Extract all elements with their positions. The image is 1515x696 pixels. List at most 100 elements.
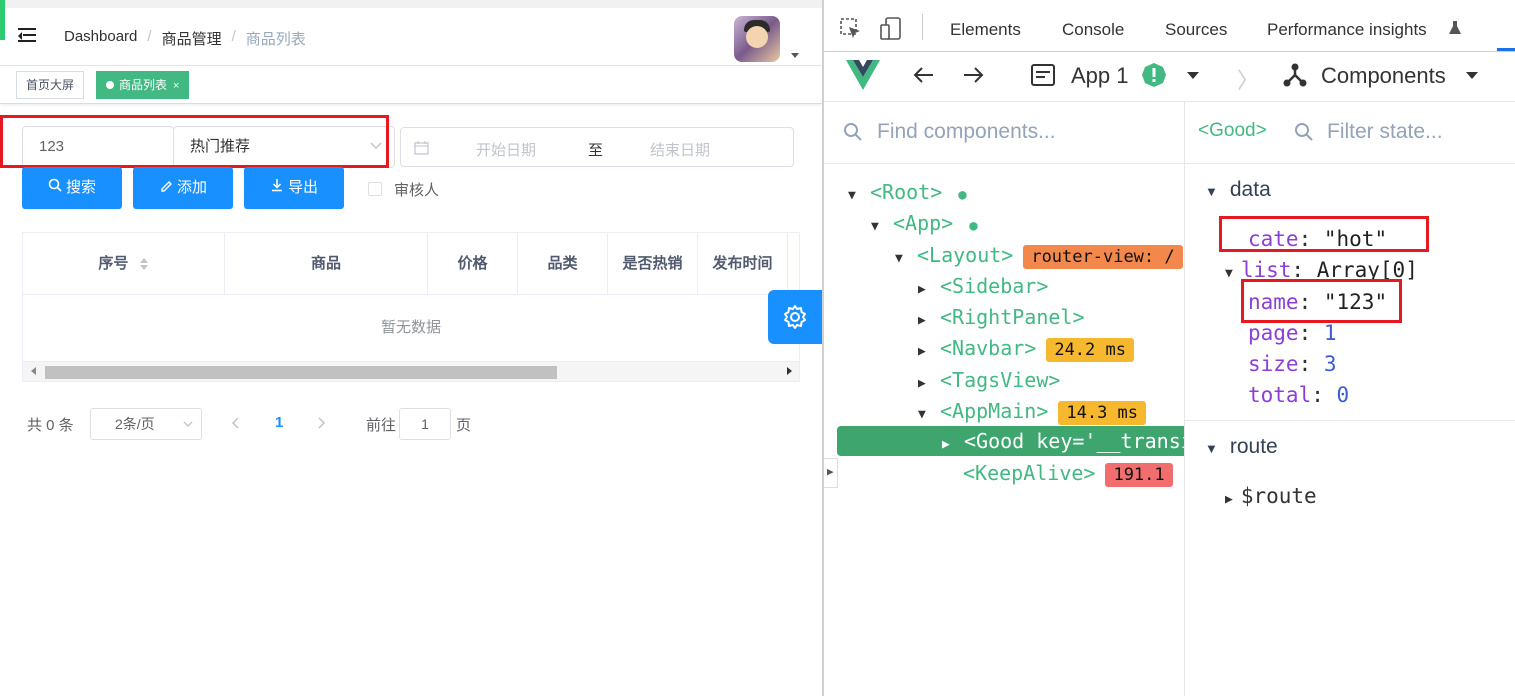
vue-logo-icon xyxy=(846,60,880,90)
export-button[interactable]: 导出 xyxy=(244,167,344,209)
date-range-picker[interactable]: 开始日期 至 结束日期 xyxy=(400,127,794,167)
add-button[interactable]: 添加 xyxy=(133,167,233,209)
tab-console[interactable]: Console xyxy=(1062,20,1124,40)
view-selector[interactable]: Components xyxy=(1321,63,1446,89)
tag-home-dashboard[interactable]: 首页大屏 xyxy=(16,71,85,99)
chevron-down-icon[interactable] xyxy=(791,53,799,58)
search-icon xyxy=(1295,123,1313,141)
state-row-total[interactable]: total: 0 xyxy=(1248,380,1349,410)
tab-sources[interactable]: Sources xyxy=(1165,20,1227,40)
back-arrow-icon[interactable] xyxy=(913,65,935,85)
tags-view: 首页大屏 商品列表 × xyxy=(0,66,822,104)
column-header-price: 价格 xyxy=(428,233,518,295)
end-date-input[interactable]: 结束日期 xyxy=(650,139,710,160)
hamburger-icon[interactable] xyxy=(18,28,36,44)
column-header-category: 品类 xyxy=(518,233,608,295)
goto-page-input[interactable]: 1 xyxy=(399,408,451,440)
tab-performance-insights[interactable]: Performance insights xyxy=(1267,20,1427,40)
goto-label: 前往 xyxy=(366,417,397,434)
gear-icon xyxy=(784,305,806,329)
column-header-index[interactable]: 序号 xyxy=(23,233,225,295)
tree-node-good-selected[interactable]: ▶ <Good key='__transi xyxy=(837,426,1184,456)
flask-icon xyxy=(1449,21,1461,34)
avatar[interactable] xyxy=(734,16,780,62)
inspect-element-icon[interactable] xyxy=(840,18,862,40)
tag-product-list[interactable]: 商品列表 × xyxy=(96,71,190,99)
navbar: Dashboard / 商品管理 / 商品列表 xyxy=(0,8,822,66)
horizontal-scrollbar[interactable] xyxy=(23,361,799,381)
chevron-down-icon[interactable] xyxy=(1187,72,1199,80)
column-header-product: 商品 xyxy=(225,233,428,295)
start-date-input[interactable]: 开始日期 xyxy=(476,139,536,160)
tree-node-navbar[interactable]: ▶ <Navbar> 24.2 ms xyxy=(918,333,1134,363)
search-icon xyxy=(48,178,62,192)
edit-icon xyxy=(161,181,172,192)
tree-node-app[interactable]: ▼ <App> ● xyxy=(871,208,978,238)
tree-node-appmain[interactable]: ▼ <AppMain> 14.3 ms xyxy=(918,396,1147,426)
route-section-header[interactable]: ▼ route xyxy=(1205,432,1278,462)
column-header-overflow xyxy=(788,233,799,295)
tree-node-keepalive[interactable]: <KeepAlive> 191.1 xyxy=(941,458,1173,488)
tree-node-rightpanel[interactable]: ▶ <RightPanel> xyxy=(918,302,1085,332)
filter-state-bar: <Good> Filter state... xyxy=(1185,102,1515,164)
warning-icon xyxy=(1142,63,1166,87)
find-components-input[interactable]: Find components... xyxy=(877,120,1056,144)
calendar-icon xyxy=(414,141,429,155)
tree-node-layout[interactable]: ▼ <Layout> router-view: / xyxy=(895,240,1183,270)
page-size-select[interactable]: 2条/页 xyxy=(90,408,202,440)
search-button[interactable]: 搜索 xyxy=(22,167,122,209)
state-row-route[interactable]: ▶ $route xyxy=(1225,481,1317,511)
devtools-tabbar: Elements Console Sources Performance ins… xyxy=(824,0,1515,52)
empty-text: 暂无数据 xyxy=(380,319,441,336)
breadcrumb-product-list: 商品列表 xyxy=(245,31,306,48)
chevron-down-icon[interactable] xyxy=(1466,72,1478,80)
timing-badge: 14.3 ms xyxy=(1058,401,1147,425)
filter-state-input[interactable]: Filter state... xyxy=(1327,120,1443,144)
breadcrumb-product-mgmt[interactable]: 商品管理 xyxy=(162,28,222,49)
settings-button[interactable] xyxy=(768,290,822,344)
component-tree: ▼ <Root> ● ▼ <App> ● ▼ <Layout> router-view: /… xyxy=(824,164,1184,696)
next-page-icon[interactable] xyxy=(318,417,326,429)
date-separator: 至 xyxy=(588,142,604,159)
tree-node-root[interactable]: ▼ <Root> ● xyxy=(848,177,967,207)
breadcrumb: Dashboard / 商品管理 / 商品列表 xyxy=(64,28,306,49)
timing-badge: 191.1 xyxy=(1105,463,1173,487)
column-header-publish-time: 发布时间 xyxy=(698,233,788,295)
state-row-size[interactable]: size: 3 xyxy=(1248,349,1337,379)
pagination-total: 共 0 条 xyxy=(27,417,74,434)
expand-pane-handle[interactable]: ▶ xyxy=(824,458,838,488)
devtools-panel: Elements Console Sources Performance ins… xyxy=(824,0,1515,696)
download-icon xyxy=(271,179,282,192)
browser-strip xyxy=(0,0,822,8)
forward-arrow-icon[interactable] xyxy=(962,65,984,85)
pagination-current-page[interactable]: 1 xyxy=(275,414,283,431)
prev-page-icon[interactable] xyxy=(231,417,239,429)
vue-devtools-toolbar: App 1 〉 Components xyxy=(824,52,1515,102)
highlight-box xyxy=(1219,216,1429,252)
scroll-right-icon[interactable] xyxy=(787,367,792,375)
column-header-hot: 是否热销 xyxy=(608,233,698,295)
app-window: Dashboard / 商品管理 / 商品列表 首页大屏 商品列表 × 123 热… xyxy=(0,0,822,696)
app-selector[interactable]: App 1 xyxy=(1071,63,1129,89)
scrollbar-thumb[interactable] xyxy=(45,366,557,379)
app-window-icon xyxy=(1031,64,1055,86)
highlight-box xyxy=(0,115,389,168)
chevron-down-icon xyxy=(183,421,193,427)
tree-node-sidebar[interactable]: ▶ <Sidebar> xyxy=(918,271,1048,301)
close-icon[interactable]: × xyxy=(173,80,179,92)
component-tree-icon xyxy=(1283,63,1307,87)
scroll-left-icon[interactable] xyxy=(31,367,36,375)
state-inspector: ▼ data cate: "hot" ▼ list: Array[0] name: … xyxy=(1185,164,1515,696)
sort-icon[interactable] xyxy=(139,257,149,271)
data-section-header[interactable]: ▼ data xyxy=(1205,175,1271,205)
tab-elements[interactable]: Elements xyxy=(950,20,1021,40)
product-table: 序号 商品 价格 品类 是否热销 发布时间 暂无数据 xyxy=(22,232,800,382)
highlight-box xyxy=(1241,279,1402,323)
breadcrumb-dashboard[interactable]: Dashboard xyxy=(64,28,137,49)
find-components-bar: Find components... xyxy=(824,102,1184,164)
reviewer-checkbox-label[interactable]: 审核人 xyxy=(394,179,439,200)
tree-node-tagsview[interactable]: ▶ <TagsView> xyxy=(918,365,1060,395)
device-toolbar-icon[interactable] xyxy=(880,17,902,41)
reviewer-checkbox[interactable] xyxy=(368,182,382,196)
page-suffix: 页 xyxy=(456,417,472,434)
